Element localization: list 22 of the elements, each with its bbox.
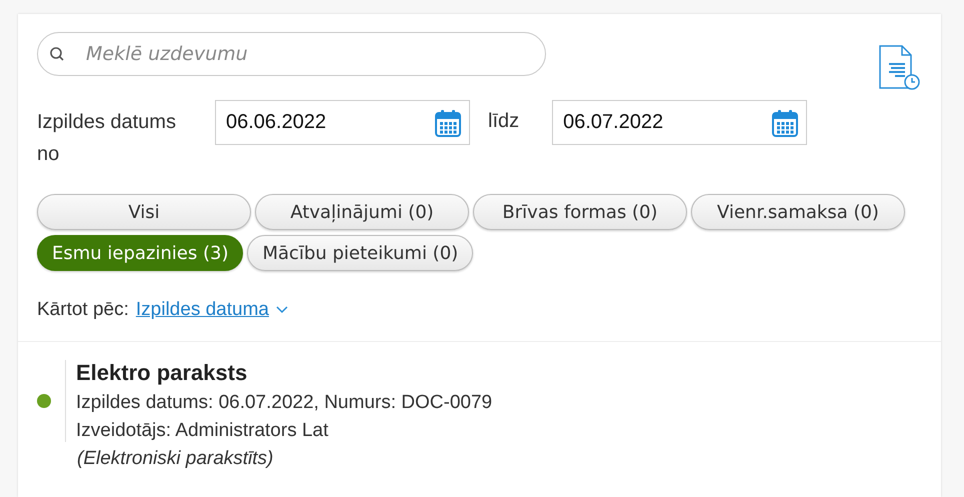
chevron-down-icon[interactable] [276, 306, 288, 314]
filter-tab[interactable]: Visi [37, 194, 251, 230]
task-creator: Izveidotājs: Administrators Lat [76, 420, 330, 442]
filter-tab[interactable]: Mācību pieteikumi (0) [247, 235, 474, 271]
task-details: Izpildes datums: 06.07.2022, Numurs: DOC-0079 [76, 392, 492, 414]
date-field[interactable]: 06.06.2022 [215, 100, 470, 145]
document-clock-icon[interactable] [877, 44, 921, 92]
calendar-icon[interactable] [435, 108, 461, 136]
date-field[interactable]: 06.07.2022 [552, 100, 808, 145]
task-note: (Elektroniski parakstīts) [77, 448, 274, 470]
sort-label: Kārtot pēc: [37, 299, 129, 321]
task-title[interactable]: Elektro paraksts [76, 360, 492, 386]
search-field[interactable]: Meklē uzdevumu [37, 32, 546, 76]
filter-tab[interactable]: Esmu iepazinies (3) [37, 235, 244, 271]
search-icon [49, 46, 65, 62]
filter-tab[interactable]: Atvaļinājumi (0) [255, 194, 469, 230]
date-label: Izpildes datums no [37, 110, 177, 167]
date-label: līdz [488, 110, 520, 133]
sort-link[interactable]: Izpildes datuma [136, 299, 269, 321]
filter-tab[interactable]: Brīvas formas (0) [473, 194, 687, 230]
calendar-icon[interactable] [772, 108, 798, 136]
filter-tab[interactable]: Vienr.samaksa (0) [691, 194, 905, 230]
